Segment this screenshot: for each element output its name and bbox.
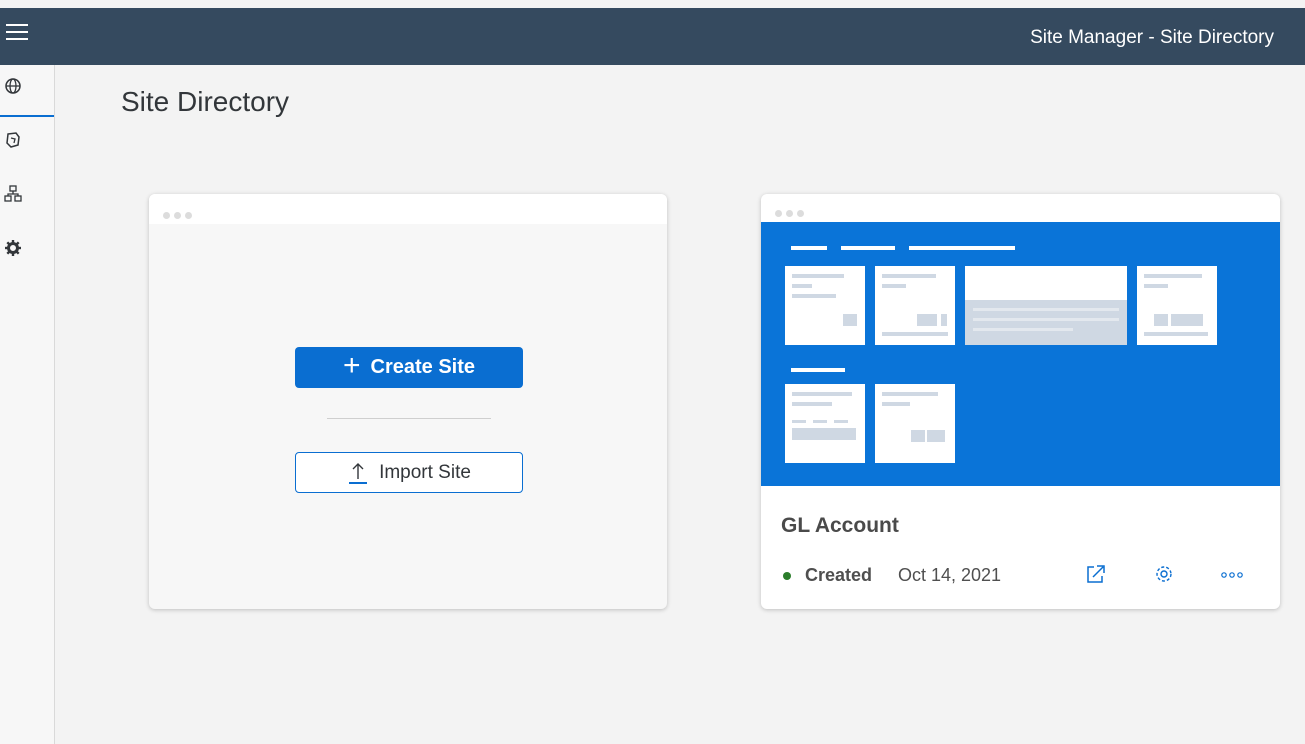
create-site-label: Create Site bbox=[370, 356, 476, 378]
create-site-button[interactable]: + Create Site bbox=[295, 347, 523, 388]
more-options-button[interactable] bbox=[1219, 565, 1245, 588]
status-badge: Created bbox=[805, 565, 873, 585]
card-window-chrome bbox=[149, 194, 667, 224]
status-dot-icon bbox=[783, 572, 791, 580]
site-settings-button[interactable] bbox=[1153, 563, 1175, 590]
app-title: Site Manager - Site Directory bbox=[1030, 27, 1274, 48]
create-site-card: + Create Site Import Site bbox=[149, 194, 667, 609]
upload-icon bbox=[349, 462, 368, 484]
settings-icon bbox=[1156, 566, 1172, 582]
side-navigation bbox=[0, 65, 55, 744]
hamburger-menu-icon[interactable] bbox=[6, 24, 28, 44]
site-name: GL Account bbox=[781, 514, 899, 537]
shell-header: Site Manager - Site Directory bbox=[0, 8, 1305, 65]
window-dots-icon bbox=[775, 204, 808, 222]
import-site-label: Import Site bbox=[379, 461, 471, 483]
sidebar-item-settings[interactable] bbox=[0, 227, 54, 277]
site-card[interactable]: GL Account Created Oct 14, 2021 bbox=[761, 194, 1280, 609]
sidebar-item-content[interactable] bbox=[0, 119, 54, 169]
plus-icon: + bbox=[342, 349, 361, 382]
site-date: Oct 14, 2021 bbox=[898, 565, 1002, 585]
more-icon bbox=[1221, 572, 1243, 578]
share-icon bbox=[1087, 565, 1105, 583]
sidebar-item-sites[interactable] bbox=[0, 65, 54, 117]
globe-icon bbox=[5, 78, 21, 94]
site-layout-illustration bbox=[785, 246, 1217, 463]
sidebar-item-hierarchy[interactable] bbox=[0, 173, 54, 223]
settings-icon bbox=[5, 240, 21, 256]
site-preview-thumbnail[interactable] bbox=[761, 222, 1280, 486]
import-site-button[interactable]: Import Site bbox=[295, 452, 523, 493]
content-package-icon bbox=[6, 132, 20, 148]
share-site-button[interactable] bbox=[1085, 563, 1107, 590]
window-dots-icon bbox=[163, 206, 196, 224]
hierarchy-icon bbox=[4, 185, 22, 202]
divider bbox=[327, 418, 491, 419]
page-title: Site Directory bbox=[121, 86, 290, 117]
